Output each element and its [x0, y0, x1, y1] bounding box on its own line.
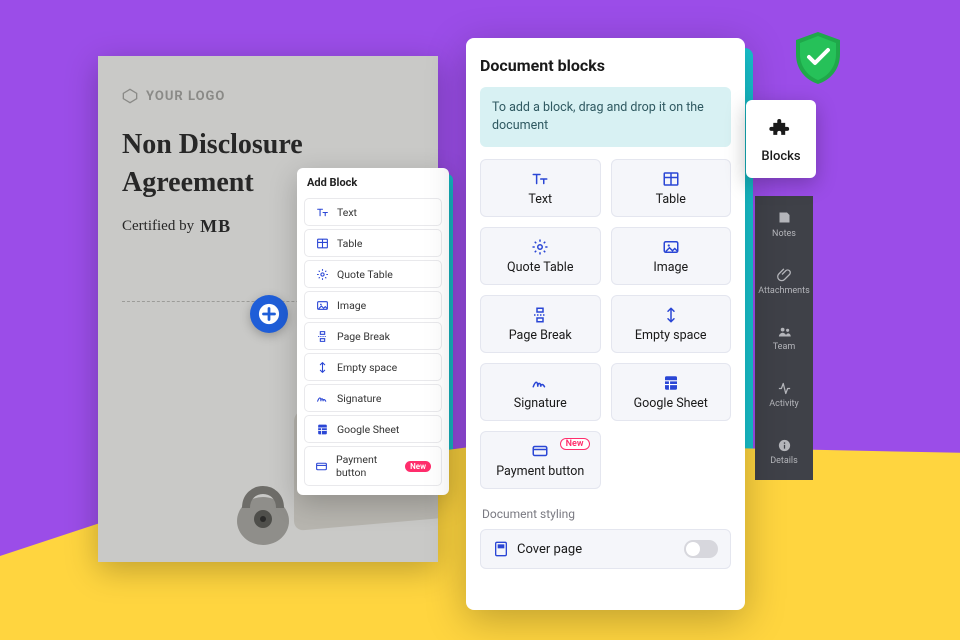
sidebar-item-activity[interactable]: Activity	[755, 366, 813, 423]
block-card-google-sheet[interactable]: Google Sheet	[611, 363, 732, 421]
padlock-illustration	[228, 466, 298, 546]
popover-item-google-sheet[interactable]: Google Sheet	[304, 415, 442, 443]
text-size-icon	[531, 170, 549, 188]
popover-item-label: Table	[337, 237, 362, 250]
new-badge: New	[405, 461, 431, 472]
sidebar-item-label: Details	[770, 456, 798, 466]
popover-item-label: Empty space	[337, 361, 397, 374]
popover-item-empty-space[interactable]: Empty space	[304, 353, 442, 381]
popover-item-page-break[interactable]: Page Break	[304, 322, 442, 350]
image-icon	[315, 298, 329, 312]
document-blocks-panel: Document blocks To add a block, drag and…	[466, 38, 745, 610]
block-card-image[interactable]: Image	[611, 227, 732, 285]
document-styling-label: Document styling	[482, 507, 729, 521]
popover-item-label: Payment button	[336, 453, 397, 479]
block-card-label: Google Sheet	[634, 396, 708, 411]
vertical-arrows-icon	[315, 360, 329, 374]
notes-icon	[776, 210, 792, 226]
block-card-label: Page Break	[509, 328, 572, 343]
puzzle-icon	[767, 115, 795, 143]
doc-logo-text: YOUR LOGO	[146, 89, 225, 104]
right-sidebar: Notes Attachments Team Activity Details	[755, 196, 813, 480]
panel-hint: To add a block, drag and drop it on the …	[480, 87, 731, 147]
popover-item-signature[interactable]: Signature	[304, 384, 442, 412]
info-icon	[776, 437, 792, 453]
popover-item-image[interactable]: Image	[304, 291, 442, 319]
cover-page-switch[interactable]	[684, 540, 718, 558]
sidebar-item-details[interactable]: Details	[755, 423, 813, 480]
popover-item-label: Quote Table	[337, 268, 393, 281]
security-shield-icon	[790, 30, 846, 86]
table-icon	[662, 170, 680, 188]
sidebar-item-attachments[interactable]: Attachments	[755, 253, 813, 310]
block-card-table[interactable]: Table	[611, 159, 732, 217]
block-card-text[interactable]: Text	[480, 159, 601, 217]
block-card-quote-table[interactable]: Quote Table	[480, 227, 601, 285]
block-card-signature[interactable]: Signature	[480, 363, 601, 421]
certifier-name: MB	[200, 216, 231, 237]
spreadsheet-icon	[662, 374, 680, 392]
sidebar-item-label: Attachments	[758, 286, 809, 296]
gear-icon	[531, 238, 549, 256]
sidebar-item-team[interactable]: Team	[755, 310, 813, 367]
sidebar-item-notes[interactable]: Notes	[755, 196, 813, 253]
popover-item-text[interactable]: Text	[304, 198, 442, 226]
block-card-payment-button[interactable]: New Payment button	[480, 431, 601, 489]
popover-item-table[interactable]: Table	[304, 229, 442, 257]
page-break-icon	[315, 329, 329, 343]
new-badge: New	[560, 438, 590, 450]
block-card-label: Quote Table	[507, 260, 573, 275]
blocks-chip[interactable]: Blocks	[746, 100, 816, 178]
sidebar-item-label: Notes	[772, 229, 796, 239]
block-card-label: Text	[528, 192, 552, 207]
doc-logo: YOUR LOGO	[122, 88, 414, 104]
certified-by-label: Certified by	[122, 218, 194, 235]
block-card-page-break[interactable]: Page Break	[480, 295, 601, 353]
sidebar-item-label: Team	[773, 342, 796, 352]
block-card-label: Empty space	[635, 328, 707, 343]
card-icon	[315, 459, 328, 473]
cover-page-toggle-row[interactable]: Cover page	[480, 529, 731, 569]
popover-item-label: Image	[337, 299, 366, 312]
cover-page-label: Cover page	[517, 542, 582, 557]
block-card-label: Payment button	[496, 464, 584, 479]
logo-mark-icon	[122, 88, 138, 104]
team-icon	[776, 323, 792, 339]
table-icon	[315, 236, 329, 250]
image-icon	[662, 238, 680, 256]
popover-item-payment-button[interactable]: Payment button New	[304, 446, 442, 486]
add-block-button[interactable]	[250, 295, 288, 333]
popover-title: Add Block	[297, 168, 449, 195]
gear-icon	[315, 267, 329, 281]
sidebar-item-label: Activity	[769, 399, 798, 409]
block-card-empty-space[interactable]: Empty space	[611, 295, 732, 353]
plus-icon	[258, 303, 280, 325]
signature-icon	[531, 374, 549, 392]
blocks-chip-label: Blocks	[761, 149, 800, 164]
cover-page-icon	[493, 541, 509, 557]
popover-item-label: Signature	[337, 392, 381, 405]
spreadsheet-icon	[315, 422, 329, 436]
page-break-icon	[531, 306, 549, 324]
popover-item-label: Text	[337, 206, 357, 219]
block-card-label: Image	[653, 260, 688, 275]
panel-title: Document blocks	[480, 56, 731, 75]
activity-icon	[776, 380, 792, 396]
text-size-icon	[315, 205, 329, 219]
card-icon	[531, 442, 549, 460]
block-card-label: Signature	[514, 396, 567, 411]
block-card-label: Table	[656, 192, 686, 207]
paperclip-icon	[776, 267, 792, 283]
popover-item-label: Google Sheet	[337, 423, 399, 436]
vertical-arrows-icon	[662, 306, 680, 324]
add-block-popover: Add Block Text Table Quote Table Image Page …	[297, 168, 449, 495]
popover-item-label: Page Break	[337, 330, 390, 343]
signature-icon	[315, 391, 329, 405]
popover-item-quote-table[interactable]: Quote Table	[304, 260, 442, 288]
